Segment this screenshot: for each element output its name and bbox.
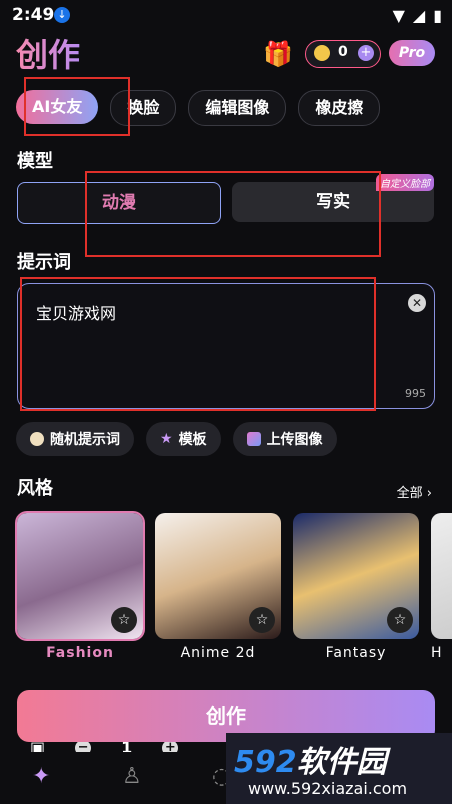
- favorite-icon[interactable]: ☆: [387, 607, 413, 633]
- style-thumbnail: ☆: [293, 513, 419, 639]
- watermark-logo: 592软件园: [234, 745, 387, 780]
- style-card[interactable]: ☆ Fantasy: [293, 513, 419, 661]
- random-prompt-button[interactable]: 随机提示词: [16, 422, 134, 456]
- tab-edit-image[interactable]: 编辑图像: [188, 90, 287, 126]
- bulb-icon: [30, 432, 44, 446]
- coin-balance[interactable]: 0 +: [305, 40, 381, 68]
- style-name: Fantasy: [325, 645, 387, 661]
- highlight-box: [24, 77, 130, 136]
- favorite-icon[interactable]: ☆: [111, 607, 137, 633]
- favorite-icon[interactable]: ☆: [249, 607, 275, 633]
- page-title: 创作: [16, 30, 80, 76]
- upload-image-label: 上传图像: [266, 432, 323, 448]
- coin-count: 0: [338, 44, 348, 60]
- style-thumbnail: ☆: [155, 513, 281, 639]
- status-icons: ▼ ◢ ▮: [393, 6, 442, 25]
- prompt-tools: 随机提示词 ★ 模板 上传图像: [16, 422, 337, 456]
- upload-image-button[interactable]: 上传图像: [232, 422, 337, 456]
- prompt-label: 提示词: [17, 252, 71, 273]
- add-coin-icon[interactable]: +: [358, 45, 374, 61]
- download-icon: ↓: [54, 7, 70, 23]
- style-thumbnail: ☆: [15, 511, 145, 641]
- status-bar: 2:49 ↓ ▼ ◢ ▮: [0, 0, 452, 30]
- highlight-box: [20, 277, 376, 411]
- style-name: Fashion: [46, 645, 114, 661]
- tab-eraser[interactable]: 橡皮擦: [298, 90, 381, 126]
- style-label: 风格: [17, 478, 53, 499]
- style-card[interactable]: ☆ Anime 2d: [155, 513, 281, 661]
- coin-icon: [314, 45, 330, 61]
- char-count: 995: [405, 387, 426, 400]
- signal-icon: ◢: [412, 6, 426, 25]
- model-label: 模型: [17, 151, 53, 172]
- view-all-link[interactable]: 全部 ›: [397, 482, 432, 501]
- style-card[interactable]: ☆ Fashion: [15, 511, 145, 661]
- random-prompt-label: 随机提示词: [50, 432, 120, 448]
- style-cards: ☆ Fashion ☆ Anime 2d ☆ Fantasy H: [15, 511, 452, 661]
- pro-button[interactable]: Pro: [389, 40, 435, 66]
- template-label: 模板: [178, 432, 207, 448]
- style-thumbnail: [431, 513, 452, 639]
- custom-face-badge[interactable]: 自定义脸部: [376, 174, 434, 191]
- watermark: 592软件园 www.592xiazai.com: [226, 733, 452, 804]
- gift-icon[interactable]: 🎁: [263, 40, 293, 68]
- clear-icon[interactable]: ✕: [408, 294, 426, 312]
- nav-create-icon[interactable]: ✦: [32, 764, 50, 789]
- status-time: 2:49: [12, 5, 55, 25]
- battery-icon: ▮: [433, 6, 442, 25]
- wifi-icon: ▼: [392, 6, 405, 25]
- style-name: Anime 2d: [180, 645, 256, 661]
- highlight-box: [85, 171, 381, 257]
- nav-profile-icon[interactable]: ♙: [122, 764, 142, 789]
- style-card[interactable]: H: [431, 513, 452, 661]
- watermark-url: www.592xiazai.com: [248, 779, 408, 798]
- image-icon: [246, 432, 261, 446]
- star-icon: ★: [160, 431, 173, 447]
- style-name: H: [431, 645, 443, 661]
- template-button[interactable]: ★ 模板: [146, 422, 221, 456]
